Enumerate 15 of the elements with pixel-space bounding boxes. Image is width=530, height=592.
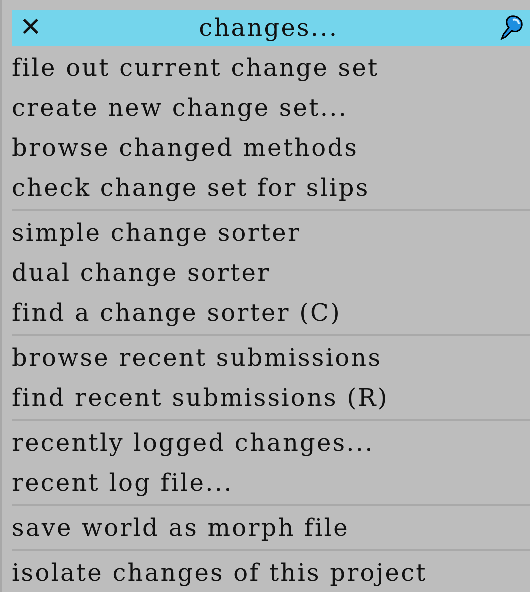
menu-item[interactable]: dual change sorter bbox=[12, 253, 530, 293]
menu-item[interactable]: find recent submissions (R) bbox=[12, 378, 530, 418]
close-button[interactable]: ✕ bbox=[20, 15, 42, 41]
menu-item[interactable]: simple change sorter bbox=[12, 213, 530, 253]
menu-title: changes... bbox=[198, 14, 340, 42]
menu-item[interactable]: check change set for slips bbox=[12, 168, 530, 208]
menu-item[interactable]: save world as morph file bbox=[12, 508, 530, 548]
menu-item[interactable]: browse changed methods bbox=[12, 128, 530, 168]
menu-item[interactable]: file out current change set bbox=[12, 48, 530, 88]
menu-item[interactable]: browse recent submissions bbox=[12, 338, 530, 378]
menu-item[interactable]: create new change set... bbox=[12, 88, 530, 128]
menu-item[interactable]: recently logged changes... bbox=[12, 423, 530, 463]
menu-item[interactable]: recent log file... bbox=[12, 463, 530, 503]
menu-item[interactable]: find a change sorter (C) bbox=[12, 293, 530, 333]
menu-item[interactable]: isolate changes of this project bbox=[12, 553, 530, 592]
